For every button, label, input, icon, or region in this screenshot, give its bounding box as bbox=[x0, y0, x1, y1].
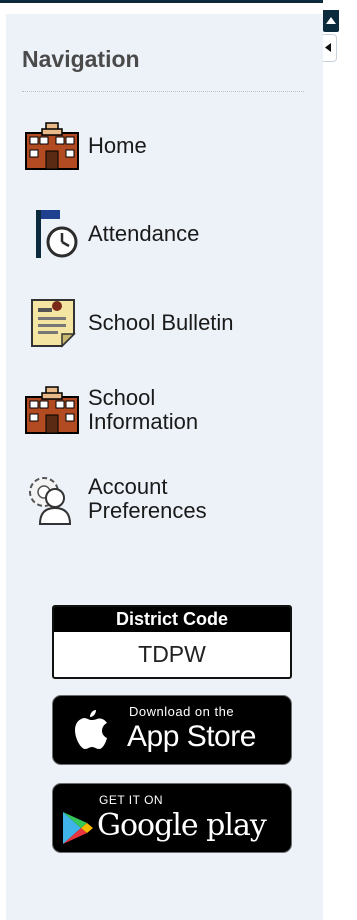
account-gear-icon bbox=[22, 474, 88, 525]
google-play-icon bbox=[63, 812, 93, 844]
sidebar-item-school-information[interactable]: School Information bbox=[22, 385, 198, 435]
sidebar-item-account-preferences[interactable]: Account Preferences bbox=[22, 474, 207, 525]
google-play-big-text: Google play bbox=[97, 808, 267, 843]
app-store-big-text: App Store bbox=[127, 720, 256, 753]
google-play-badge[interactable]: GET IT ON Google play bbox=[52, 783, 292, 853]
sidebar-item-attendance[interactable]: Attendance bbox=[22, 209, 199, 259]
sidebar-item-label: School Bulletin bbox=[88, 310, 234, 335]
attendance-clock-icon bbox=[22, 209, 88, 259]
collapse-button[interactable] bbox=[323, 10, 339, 32]
caret-left-icon bbox=[325, 43, 331, 52]
app-store-small-text: Download on the bbox=[129, 704, 235, 719]
top-border bbox=[0, 0, 323, 3]
bulletin-icon bbox=[22, 298, 88, 348]
school-building-icon bbox=[22, 121, 88, 171]
sidebar-item-home[interactable]: Home bbox=[22, 121, 147, 171]
sidebar-item-label: School Information bbox=[88, 385, 199, 434]
google-play-small-text: GET IT ON bbox=[99, 793, 164, 807]
sidebar-item-label: Account Preferences bbox=[88, 474, 207, 523]
district-code-value: TDPW bbox=[138, 641, 206, 667]
sidebar-item-label: Attendance bbox=[88, 221, 200, 246]
district-code-title: District Code bbox=[54, 607, 290, 632]
caret-up-icon bbox=[326, 17, 336, 24]
apple-icon bbox=[75, 710, 107, 749]
sidebar-item-label: Home bbox=[88, 133, 147, 158]
app-store-badge[interactable]: Download on the App Store bbox=[52, 695, 292, 765]
school-building-icon bbox=[22, 385, 88, 435]
district-code-box: District Code TDPW bbox=[52, 605, 292, 679]
sidebar-title: Navigation bbox=[22, 46, 140, 72]
sidebar-toggle-tab[interactable] bbox=[323, 34, 337, 62]
sidebar-item-school-bulletin[interactable]: School Bulletin bbox=[22, 298, 234, 348]
sidebar-divider bbox=[22, 91, 304, 92]
